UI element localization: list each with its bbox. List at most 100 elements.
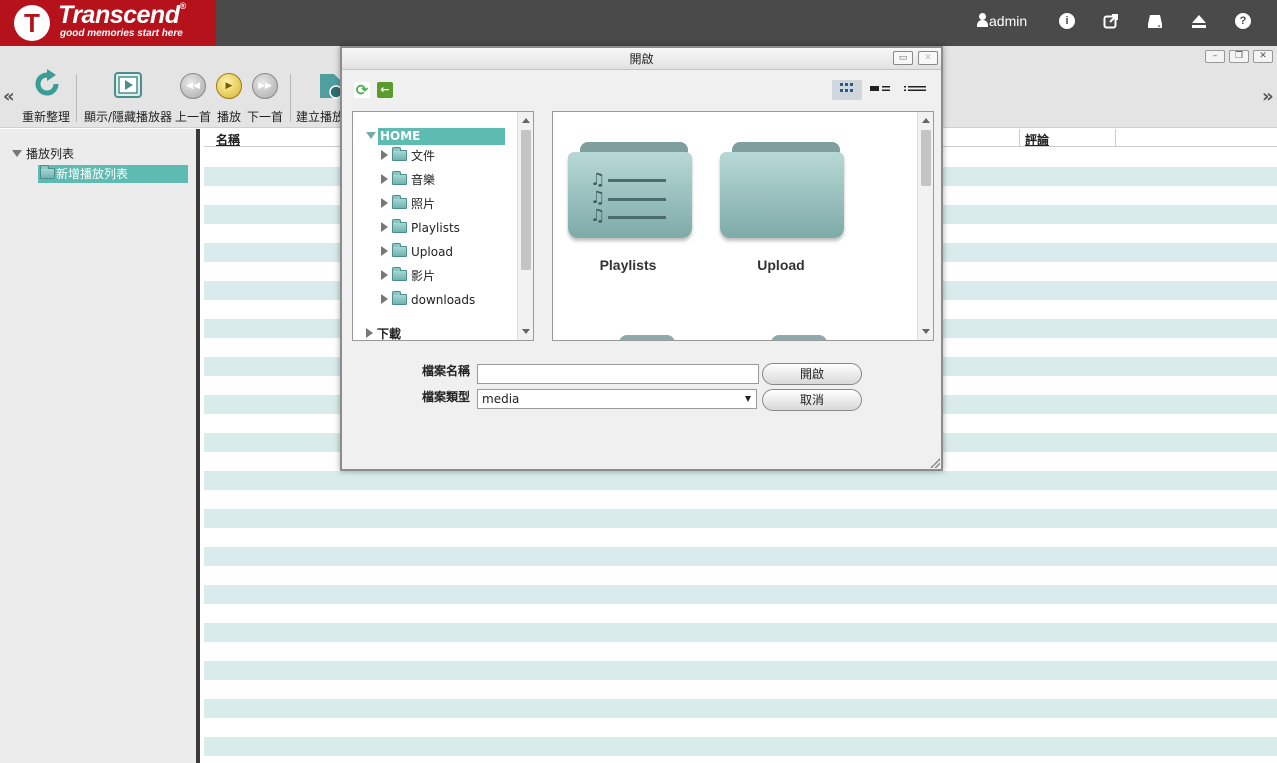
restore-button[interactable]: ❐ — [1229, 50, 1249, 63]
filetype-label: 檔案類型 — [422, 390, 471, 404]
tree-item-download-root[interactable]: 下載 — [366, 326, 401, 340]
cancel-button[interactable]: 取消 — [762, 389, 862, 411]
column-header-comment[interactable]: 評論 — [1025, 131, 1049, 148]
tree-item-music[interactable]: 音樂 — [381, 171, 435, 188]
eject-icon[interactable] — [1191, 13, 1207, 29]
dialog-refresh-icon[interactable]: ⟳ — [354, 82, 370, 98]
top-header: T Transcend® good memories start here ad… — [0, 0, 1277, 46]
music-note-icon: ♫ — [590, 170, 606, 190]
column-header-name[interactable]: 名稱 — [216, 131, 240, 148]
brand-tagline: good memories start here — [60, 28, 183, 39]
folder-icon — [392, 171, 407, 185]
expand-arrow-icon[interactable] — [12, 150, 22, 157]
previous-label[interactable]: 上一首 — [175, 108, 211, 125]
info-icon[interactable]: i — [1059, 13, 1075, 29]
close-button[interactable]: ✕ — [1253, 50, 1273, 63]
folder-icon — [40, 165, 55, 179]
scroll-down-icon[interactable] — [522, 329, 530, 334]
folder-icon — [392, 291, 407, 305]
toolbar-scroll-left[interactable]: « — [3, 86, 15, 107]
tree-scrollbar[interactable] — [517, 112, 533, 340]
scroll-down-icon[interactable] — [922, 329, 930, 334]
filetype-value: media — [482, 392, 520, 406]
expand-arrow-icon[interactable] — [381, 270, 388, 280]
scroll-up-icon[interactable] — [522, 118, 530, 123]
expand-arrow-icon[interactable] — [381, 150, 388, 160]
file-label-playlists[interactable]: Playlists — [558, 257, 698, 273]
play-icon: ▶ — [216, 73, 242, 99]
refresh-label[interactable]: 重新整理 — [22, 108, 70, 125]
dialog-back-icon[interactable]: ← — [377, 82, 393, 98]
open-button[interactable]: 開啟 — [762, 363, 862, 385]
tree-item-playlists[interactable]: Playlists — [381, 219, 460, 236]
scroll-up-icon[interactable] — [922, 118, 930, 123]
resize-handle[interactable] — [930, 458, 940, 468]
playlist-sidebar: 播放列表 新增播放列表 — [0, 129, 200, 763]
expand-arrow-icon[interactable] — [381, 222, 388, 232]
toolbar-scroll-right[interactable]: » — [1262, 86, 1274, 107]
tree-item-photos[interactable]: 照片 — [381, 195, 435, 212]
brand-name: Transcend — [58, 1, 180, 29]
filename-input[interactable] — [477, 364, 759, 384]
filetype-select[interactable]: media — [477, 389, 757, 409]
partial-folder-icon — [771, 335, 827, 340]
tree-item-downloads[interactable]: downloads — [381, 291, 475, 308]
expand-arrow-icon[interactable] — [381, 294, 388, 304]
tree-item-documents[interactable]: 文件 — [381, 147, 435, 164]
toggle-player-label[interactable]: 顯示/隱藏播放器 — [84, 108, 172, 125]
expand-arrow-icon[interactable] — [381, 198, 388, 208]
rewind-icon: ◀◀ — [180, 73, 206, 99]
play-label[interactable]: 播放 — [217, 108, 241, 125]
expand-arrow-icon[interactable] — [366, 132, 376, 139]
file-item-playlists[interactable]: ♫ ♫ ♫ — [568, 142, 692, 242]
file-item-upload[interactable] — [720, 142, 844, 242]
help-icon[interactable]: ? — [1235, 13, 1251, 29]
expand-arrow-icon[interactable] — [381, 174, 388, 184]
folder-tree[interactable]: HOME 文件 音樂 照片 Playlists Upload 影片 downlo… — [352, 111, 534, 341]
tree-item-home[interactable]: HOME — [366, 128, 505, 145]
play-button[interactable]: ▶ — [216, 73, 242, 99]
next-button[interactable]: ▶▶ — [252, 73, 278, 99]
folder-icon — [392, 219, 407, 233]
tree-item-videos[interactable]: 影片 — [381, 267, 435, 284]
view-detail-button[interactable] — [866, 80, 896, 100]
tree-item-upload[interactable]: Upload — [381, 243, 453, 260]
music-note-icon: ♫ — [590, 188, 606, 208]
list-view-icon — [904, 86, 926, 91]
partial-folder-icon — [619, 335, 675, 340]
view-grid-button[interactable] — [832, 80, 862, 100]
folder-icon — [392, 195, 407, 209]
new-playlist-label: 新增播放列表 — [56, 167, 129, 181]
scrollbar-thumb[interactable] — [521, 130, 531, 270]
dropdown-arrow-icon — [745, 396, 751, 402]
dialog-maximize-button[interactable]: ▭ — [893, 51, 913, 65]
sidebar-item-new-playlist[interactable]: 新增播放列表 — [38, 165, 188, 183]
dialog-close-button[interactable]: ✕ — [918, 51, 938, 65]
file-label-upload[interactable]: Upload — [711, 257, 851, 273]
drive-icon[interactable] — [1147, 13, 1163, 29]
refresh-button[interactable] — [32, 68, 62, 103]
grid-view-icon — [840, 83, 853, 92]
expand-arrow-icon[interactable] — [366, 328, 373, 338]
file-grid-scrollbar[interactable] — [917, 112, 933, 340]
next-label[interactable]: 下一首 — [247, 108, 283, 125]
dialog-title[interactable]: 開啟 — [342, 48, 941, 70]
expand-arrow-icon[interactable] — [381, 246, 388, 256]
file-grid[interactable]: ♫ ♫ ♫ Playlists Upload — [552, 111, 934, 341]
previous-button[interactable]: ◀◀ — [180, 73, 206, 99]
user-menu[interactable]: admin — [976, 13, 1027, 29]
minimize-button[interactable]: – — [1205, 50, 1225, 63]
refresh-icon — [35, 69, 59, 96]
playlist-tree-root[interactable]: 播放列表 — [12, 145, 74, 162]
create-playlist-label[interactable]: 建立播放 — [296, 108, 344, 125]
logo-t-icon: T — [14, 5, 50, 41]
tree-home-label: HOME — [378, 128, 505, 145]
list-line — [608, 216, 666, 219]
toggle-player-button[interactable] — [114, 72, 144, 101]
view-list-button[interactable] — [900, 80, 930, 100]
external-link-icon[interactable] — [1103, 13, 1119, 29]
column-divider — [1115, 129, 1116, 147]
scrollbar-thumb[interactable] — [921, 130, 931, 186]
player-toggle-icon — [114, 72, 142, 98]
music-note-icon: ♫ — [590, 206, 606, 226]
